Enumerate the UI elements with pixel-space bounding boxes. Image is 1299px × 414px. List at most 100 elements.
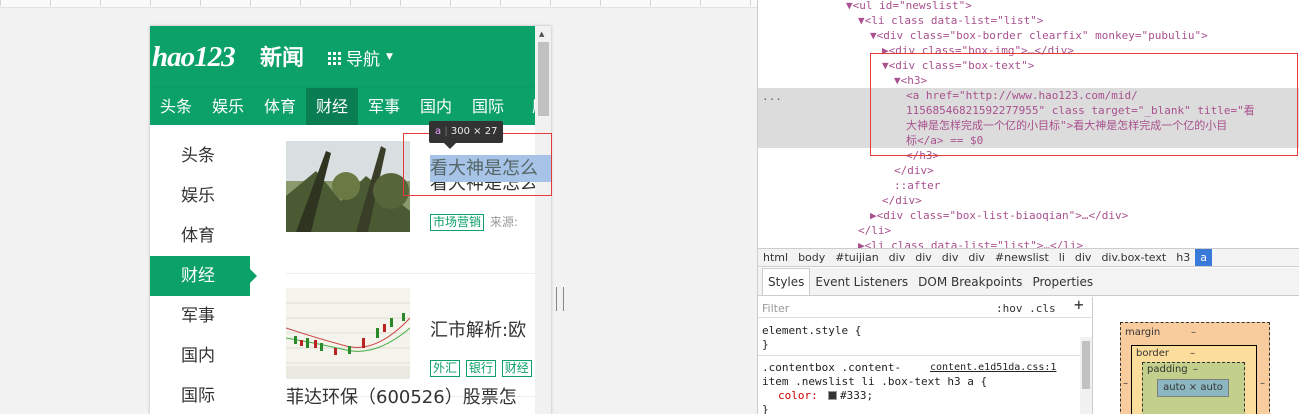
box-model-margin[interactable]: margin – – – border – padding – auto × a… — [1120, 322, 1270, 414]
divider — [758, 355, 1093, 356]
ruler-tick — [500, 0, 501, 6]
tab-7[interactable]: 历 — [514, 88, 535, 125]
site-logo-news: 新闻 — [260, 46, 305, 71]
sidebar-tabs: Styles Event Listeners DOM Breakpoints Prop… — [758, 268, 1299, 296]
news-tag[interactable]: 银行 — [465, 360, 496, 377]
ruler-tick — [650, 0, 651, 6]
breadcrumb-item[interactable]: div.box-text — [1096, 249, 1171, 266]
tooltip-tag: a — [435, 126, 442, 137]
box-model-border[interactable]: border – padding – auto × auto — [1131, 345, 1257, 414]
tab-1[interactable]: 娱乐 — [202, 88, 254, 125]
news-title[interactable]: 汇市解析:欧 — [430, 316, 536, 342]
style-rule-selector: element.style { — [762, 324, 862, 337]
news-tag[interactable]: 市场营销 — [430, 214, 485, 231]
site-logo[interactable]: hao123 — [152, 40, 236, 74]
tab-event-listeners[interactable]: Event Listeners — [810, 269, 913, 295]
more-icon[interactable]: ... — [762, 89, 782, 104]
ruler-tick — [750, 0, 751, 6]
dom-node-line[interactable]: ▶<li class data-list="list">…</li> — [858, 238, 1083, 248]
ruler-tick — [150, 0, 151, 6]
box-model-content[interactable]: auto × auto — [1157, 379, 1229, 397]
dom-node-line[interactable]: </div> — [882, 193, 922, 208]
style-rule-selector: item .newslist li .box-text h3 a { — [762, 375, 988, 388]
ruler-tick — [350, 0, 351, 6]
breadcrumb-item[interactable]: html — [758, 249, 793, 266]
news-source: 来源: — [489, 215, 518, 229]
scrollbar-thumb[interactable] — [1082, 341, 1090, 389]
ruler-tick — [100, 0, 101, 6]
screen: hao123 新闻 导航 ▼ 头条娱乐体育财经军事国内国际历 头条娱乐体育财经军… — [0, 0, 1299, 414]
breadcrumb: html body #tuijian div div div div #newslist li d… — [758, 248, 1299, 267]
style-prop-value[interactable]: #333; — [840, 389, 873, 403]
tab-5[interactable]: 国内 — [410, 88, 462, 125]
breadcrumb-item[interactable]: a — [1195, 249, 1212, 266]
page-viewport: hao123 新闻 导航 ▼ 头条娱乐体育财经军事国内国际历 头条娱乐体育财经军… — [0, 0, 757, 414]
border-top-value[interactable]: – — [1190, 348, 1195, 359]
sidebar-item-6[interactable]: 国际 — [150, 376, 250, 414]
breadcrumb-item[interactable]: div — [963, 249, 990, 266]
tab-2[interactable]: 体育 — [254, 88, 306, 125]
tooltip-size: 300 × 27 — [450, 126, 498, 137]
margin-left-value[interactable]: – — [1123, 378, 1128, 389]
resize-handle[interactable] — [556, 287, 564, 311]
box-model-padding[interactable]: padding – auto × auto — [1142, 362, 1245, 414]
dom-node-line[interactable]: </li> — [858, 223, 891, 238]
breadcrumb-item[interactable]: #tuijian — [830, 249, 883, 266]
sidebar-item-2[interactable]: 体育 — [150, 216, 250, 256]
tab-4[interactable]: 军事 — [358, 88, 410, 125]
styles-scrollbar[interactable] — [1080, 337, 1092, 414]
margin-right-value[interactable]: – — [1260, 378, 1265, 389]
style-prop-name[interactable]: color: — [778, 389, 818, 403]
breadcrumb-item[interactable]: li — [1054, 249, 1070, 266]
dom-node-line[interactable]: ▼<div class="box-border clearfix" monkey… — [870, 28, 1208, 43]
tab-6[interactable]: 国际 — [462, 88, 514, 125]
padding-top-value[interactable]: – — [1193, 364, 1198, 375]
sidebar-item-5[interactable]: 国内 — [150, 336, 250, 376]
styles-filter-input[interactable]: Filter — [762, 302, 789, 316]
dom-node-line[interactable]: ▶<div class="box-list-biaoqian">…</div> — [870, 208, 1128, 223]
ruler-tick — [600, 0, 601, 6]
tab-3[interactable]: 财经 — [306, 88, 358, 125]
tab-0[interactable]: 头条 — [150, 88, 202, 125]
news-tag[interactable]: 财经 — [501, 360, 532, 377]
page-scrollbar[interactable]: ▲ — [535, 26, 551, 414]
scroll-up-icon[interactable]: ▲ — [539, 30, 544, 38]
padding-label: padding — [1147, 364, 1188, 375]
add-rule-icon[interactable]: + — [1074, 297, 1084, 313]
breadcrumb-item[interactable]: #newslist — [990, 249, 1054, 266]
stylesheet-link[interactable]: content.e1d51da.css:1 — [930, 361, 1056, 375]
margin-top-value[interactable]: – — [1191, 327, 1196, 338]
dom-node-line[interactable]: ▼<li class data-list="list"> — [858, 13, 1043, 28]
news-tag[interactable]: 外汇 — [430, 360, 461, 377]
category-sidebar: 头条 娱乐 体育 财经 军事 国内 国际 — [150, 136, 257, 414]
breadcrumb-item[interactable]: div — [910, 249, 937, 266]
dom-node-line[interactable]: ▼<ul id="newslist"> — [846, 0, 972, 13]
hov-cls-toggle[interactable]: :hov .cls — [996, 302, 1056, 316]
divider — [286, 273, 536, 274]
border-label: border — [1136, 348, 1170, 359]
dom-node-line[interactable]: </div> — [894, 163, 934, 178]
tab-dom-breakpoints[interactable]: DOM Breakpoints — [913, 269, 1027, 295]
news-thumbnail[interactable] — [286, 288, 410, 379]
ruler-tick — [50, 0, 51, 6]
breadcrumb-item[interactable]: div — [937, 249, 964, 266]
sidebar-item-4[interactable]: 军事 — [150, 296, 250, 336]
color-swatch[interactable] — [828, 391, 837, 400]
sidebar-item-1[interactable]: 娱乐 — [150, 176, 250, 216]
breadcrumb-item[interactable]: div — [884, 249, 911, 266]
sidebar-item-3[interactable]: 财经 — [150, 256, 257, 296]
grid-icon[interactable] — [328, 52, 342, 66]
breadcrumb-item[interactable]: body — [793, 249, 830, 266]
tab-styles[interactable]: Styles — [762, 268, 811, 295]
box-model: margin – – – border – padding – auto × a… — [1094, 297, 1299, 414]
breadcrumb-item[interactable]: div — [1070, 249, 1097, 266]
news-title[interactable]: 菲达环保（600526）股票怎 — [286, 383, 536, 409]
sidebar-item-0[interactable]: 头条 — [150, 136, 250, 176]
scrollbar-thumb[interactable] — [538, 42, 549, 116]
tab-properties[interactable]: Properties — [1027, 269, 1098, 295]
dom-node-line[interactable]: ::after — [894, 178, 940, 193]
devtools-panel: ... ▼<ul id="newslist"> ▼<li class data-l… — [757, 0, 1299, 414]
news-thumbnail[interactable] — [286, 141, 410, 232]
nav-menu-label[interactable]: 导航 — [346, 48, 380, 72]
breadcrumb-item[interactable]: h3 — [1171, 249, 1195, 266]
